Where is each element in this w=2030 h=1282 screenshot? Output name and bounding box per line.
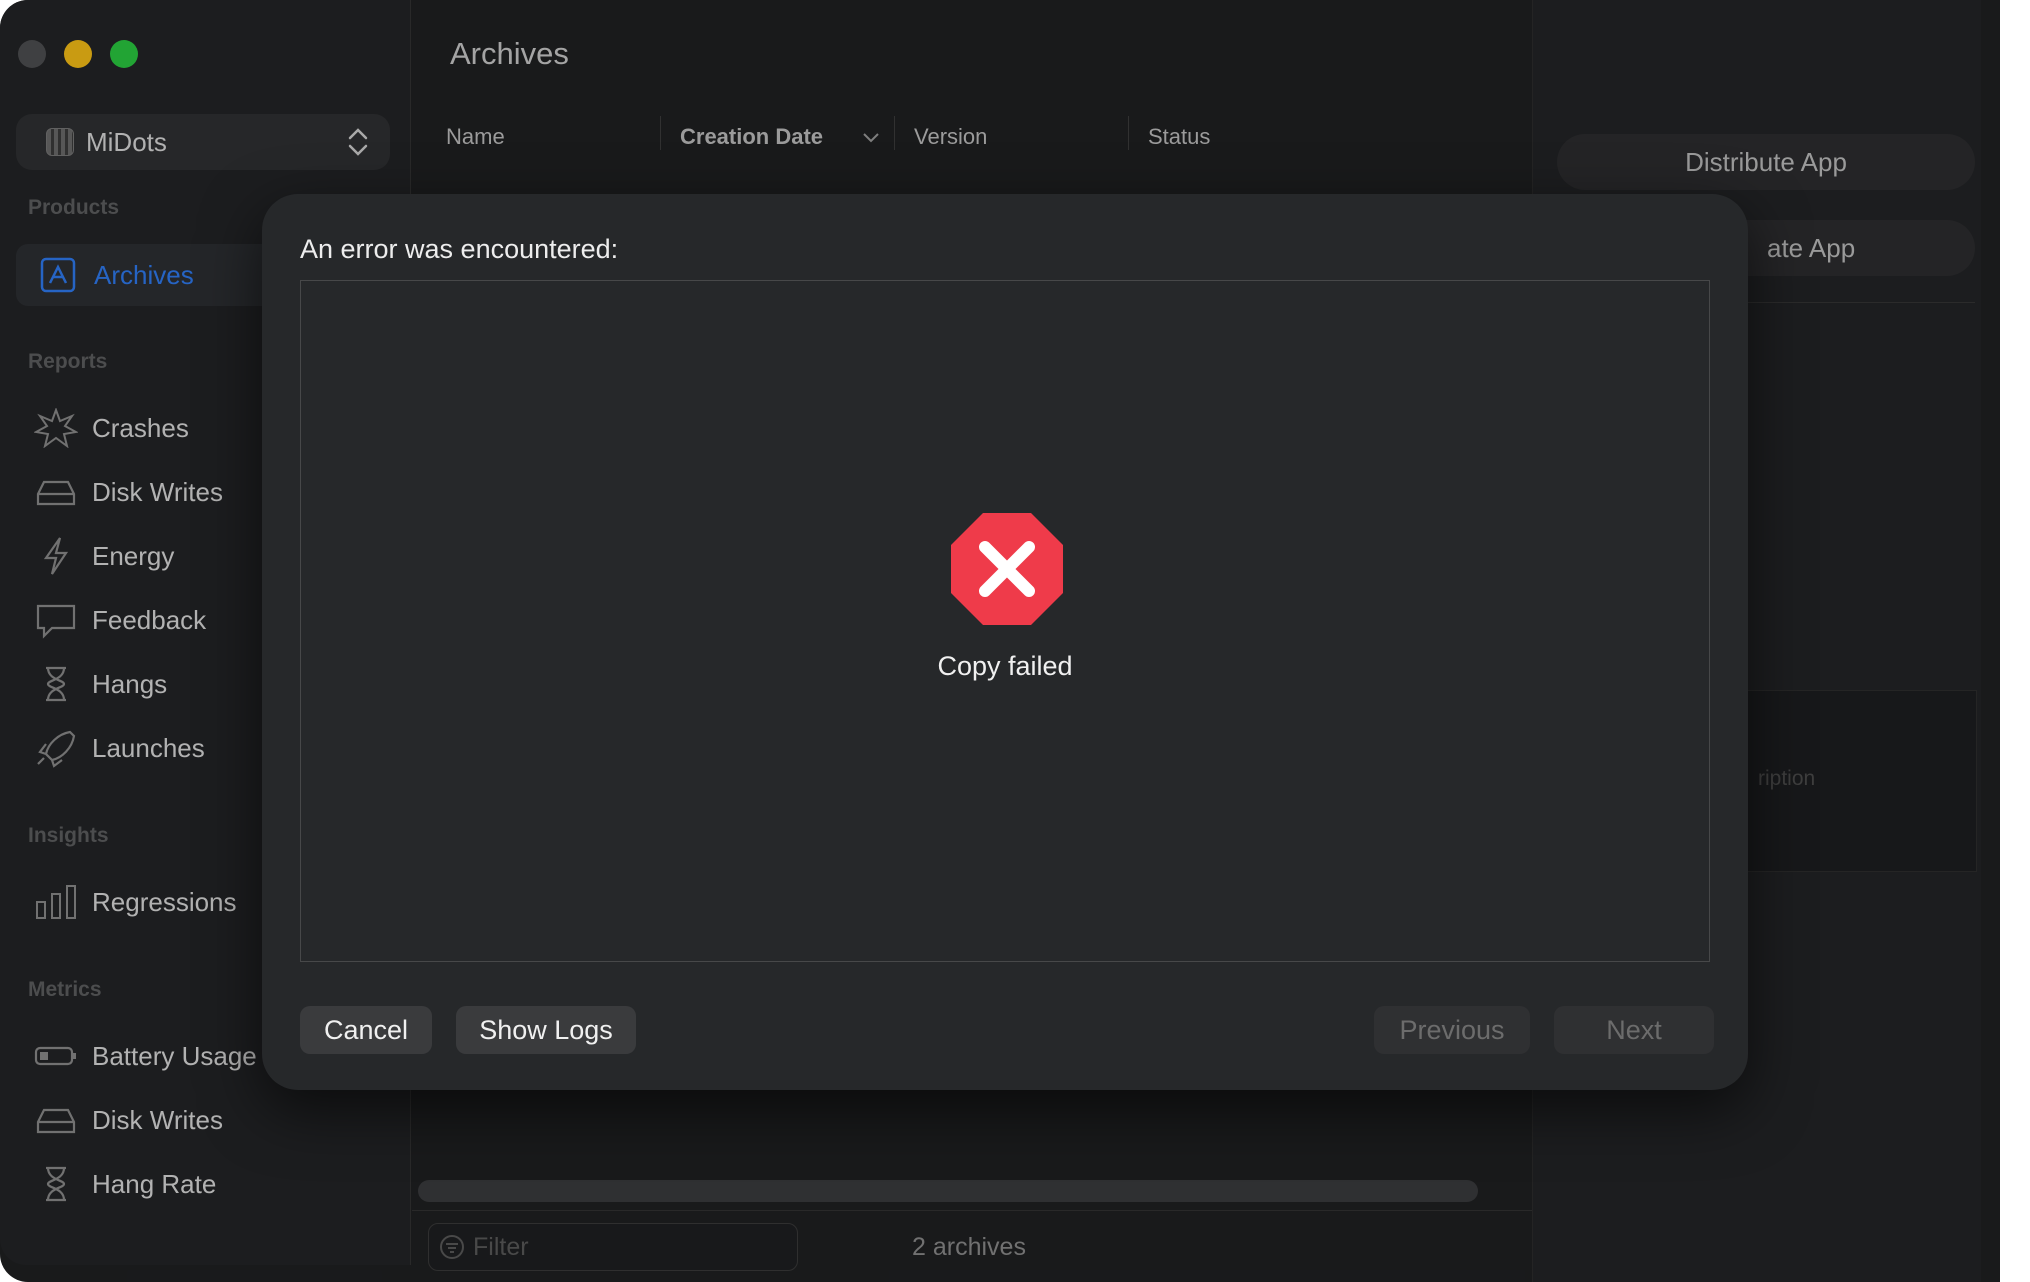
sheet-title: An error was encountered: <box>300 234 619 264</box>
organizer-window: MiDots Products Archives Reports Crashes <box>0 0 2030 1282</box>
error-sheet: An error was encountered: Copy failed Ca… <box>262 194 1748 1090</box>
desktop-background <box>2000 0 2030 1282</box>
error-x-icon <box>951 513 1063 625</box>
next-button[interactable]: Next <box>1554 1006 1714 1054</box>
error-message: Copy failed <box>937 651 1073 681</box>
error-content-box: Copy failed <box>300 280 1710 962</box>
show-logs-button[interactable]: Show Logs <box>456 1006 636 1054</box>
previous-button[interactable]: Previous <box>1374 1006 1530 1054</box>
cancel-button[interactable]: Cancel <box>300 1006 432 1054</box>
